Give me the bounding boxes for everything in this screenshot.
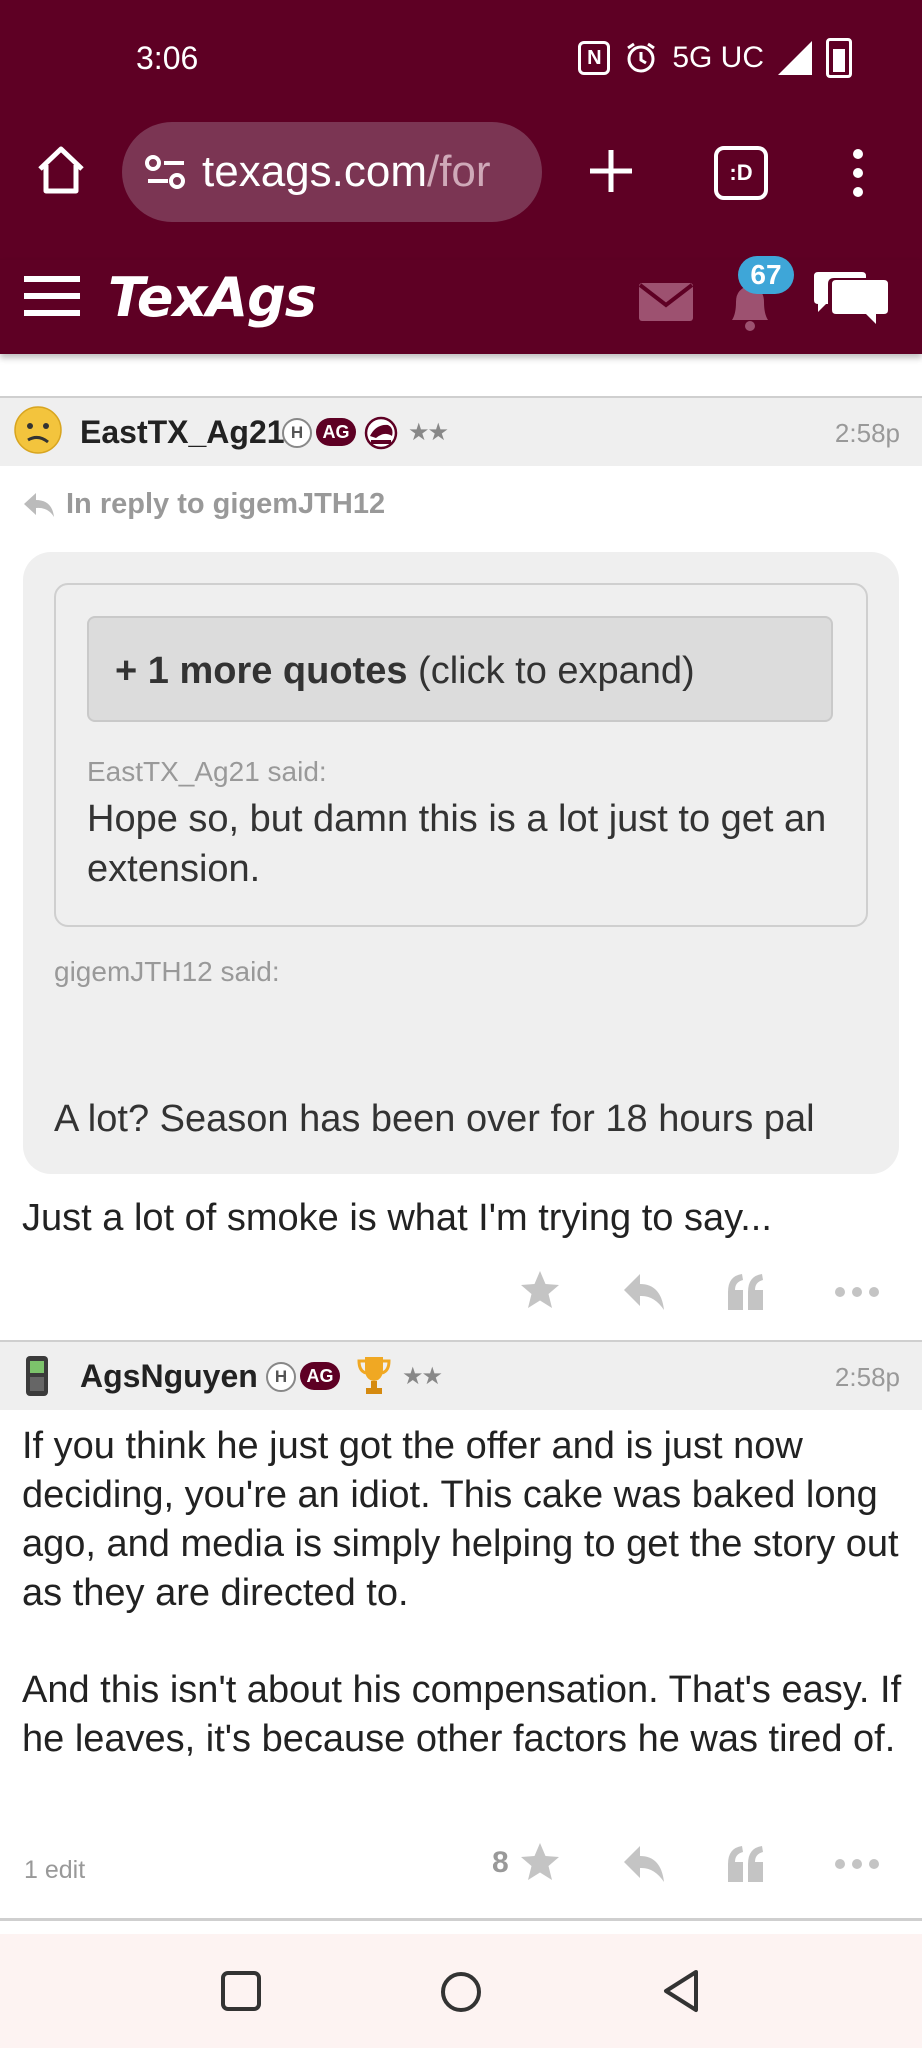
tab-switcher-button[interactable]: :D — [714, 146, 768, 200]
quote-icon[interactable] — [724, 1270, 768, 1314]
back-icon[interactable] — [660, 1968, 702, 2014]
network-type: 5G UC — [672, 41, 764, 74]
ag-badge: AG — [316, 418, 356, 446]
post-body-paragraph: And this isn't about his compensation. T… — [22, 1669, 902, 1760]
home-circle-icon[interactable] — [439, 1970, 483, 2014]
more-options-icon[interactable] — [834, 1842, 880, 1886]
more-menu-icon[interactable] — [852, 148, 864, 198]
trophy-icon — [357, 1357, 391, 1394]
team-logo-icon — [364, 416, 398, 450]
url-text[interactable]: texags.com/for — [202, 147, 522, 197]
new-tab-icon[interactable] — [586, 146, 636, 196]
nfc-icon: N — [578, 41, 611, 75]
confused-face-avatar[interactable] — [14, 406, 62, 454]
reply-arrow-icon — [24, 492, 54, 517]
battery-icon — [826, 38, 852, 78]
status-icons: N 5G UC — [578, 38, 852, 78]
post-username[interactable]: AgsNguyen — [80, 1358, 258, 1395]
like-count: 8 — [492, 1846, 509, 1879]
expand-quotes-count: + 1 more quotes — [115, 650, 408, 692]
reply-icon[interactable] — [622, 1842, 666, 1886]
ag-badge: AG — [300, 1362, 340, 1390]
expand-quotes-hint: (click to expand) — [407, 650, 695, 692]
mail-icon[interactable] — [638, 282, 694, 322]
hamburger-menu-icon[interactable] — [24, 274, 80, 318]
reply-icon[interactable] — [622, 1270, 666, 1314]
in-reply-to-text: In reply to gigemJTH12 — [66, 488, 386, 520]
url-host: texags.com — [202, 147, 427, 196]
phone-avatar[interactable] — [22, 1354, 52, 1398]
h-badge: H — [266, 1362, 296, 1392]
star-icon[interactable] — [518, 1840, 562, 1884]
alarm-icon — [627, 42, 656, 73]
outer-quote-text: A lot? Season has been over for 18 hours… — [54, 1098, 815, 1140]
post-time: 2:58p — [834, 1362, 900, 1392]
notification-count-badge[interactable]: 67 — [738, 256, 794, 294]
h-badge: H — [282, 418, 312, 448]
more-options-icon[interactable] — [834, 1270, 880, 1314]
in-reply-to-link[interactable]: In reply to gigemJTH12 — [22, 488, 385, 521]
address-bar[interactable]: texags.com/for — [122, 122, 542, 222]
site-settings-icon[interactable] — [144, 154, 188, 190]
recents-icon[interactable] — [220, 1970, 262, 2012]
nested-quote-text: Hope so, but damn this is a lot just to … — [87, 798, 827, 890]
post-body: Just a lot of smoke is what I'm trying t… — [22, 1197, 772, 1239]
signal-icon — [778, 41, 812, 75]
chat-icon[interactable] — [812, 268, 890, 330]
quote-icon[interactable] — [724, 1842, 768, 1886]
post-separator — [0, 1918, 922, 1921]
expand-quotes-button[interactable]: + 1 more quotes (click to expand) — [87, 616, 833, 722]
rating-stars: ★★ — [402, 1363, 443, 1390]
status-time: 3:06 — [136, 40, 199, 76]
outer-quote-author: gigemJTH12 said: — [54, 956, 280, 987]
post-time: 2:58p — [834, 418, 900, 448]
edit-count-link[interactable]: 1 edit — [24, 1856, 85, 1885]
url-path: /for — [426, 147, 491, 196]
nested-quote-author: EastTX_Ag21 said: — [87, 756, 327, 787]
rating-stars: ★★ — [408, 419, 449, 446]
star-icon[interactable] — [518, 1268, 562, 1312]
post-username[interactable]: EastTX_Ag21 — [80, 414, 285, 451]
site-logo[interactable]: TexAgs — [108, 266, 317, 329]
post-body-paragraph: If you think he just got the offer and i… — [22, 1425, 899, 1614]
home-icon[interactable] — [34, 143, 88, 197]
